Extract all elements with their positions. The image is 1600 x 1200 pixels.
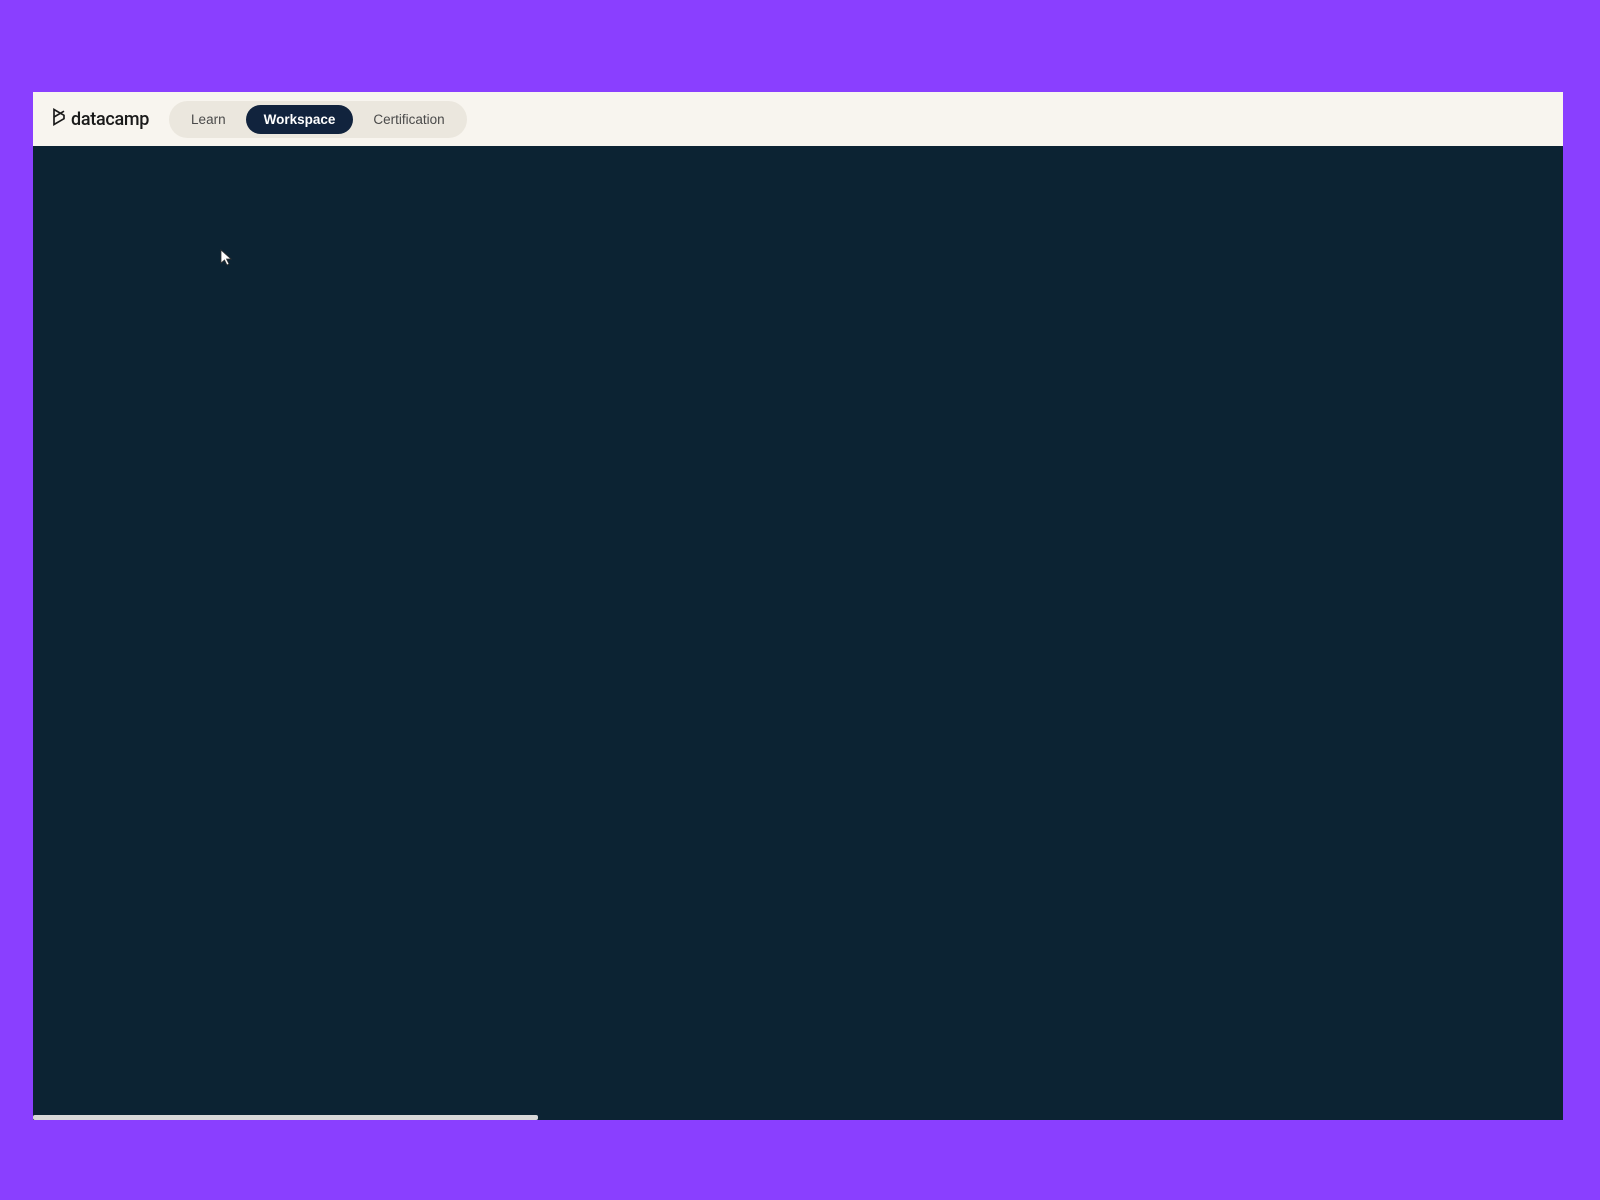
tab-certification[interactable]: Certification	[355, 105, 462, 134]
scrollbar-thumb[interactable]	[33, 1115, 538, 1120]
content-area	[33, 146, 1563, 1120]
app-window: datacamp Learn Workspace Certification	[33, 92, 1563, 1120]
horizontal-scrollbar[interactable]	[33, 1114, 1563, 1120]
tab-learn[interactable]: Learn	[173, 105, 244, 134]
brand-name: datacamp	[71, 109, 149, 130]
top-bar: datacamp Learn Workspace Certification	[33, 92, 1563, 146]
nav-tabs: Learn Workspace Certification	[169, 101, 467, 138]
brand-logo[interactable]: datacamp	[49, 107, 149, 131]
tab-workspace[interactable]: Workspace	[246, 105, 354, 134]
cursor-icon	[220, 249, 234, 267]
datacamp-icon	[49, 107, 69, 131]
